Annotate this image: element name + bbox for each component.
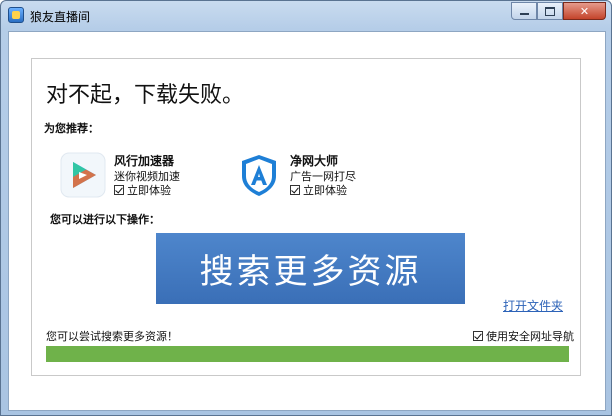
recommend-name: 风行加速器 [114,154,175,168]
checkbox-checked-icon[interactable] [290,185,300,195]
window-controls: ✕ [511,2,606,21]
recommend-label: 为您推荐： [44,122,99,135]
shield-logo-icon [242,155,276,196]
open-folder-link[interactable]: 打开文件夹 [503,297,563,314]
minimize-button[interactable] [511,2,537,20]
recommend-name: 净网大师 [290,154,339,168]
close-button[interactable]: ✕ [563,2,606,20]
try-label: 立即体验 [303,184,347,197]
try-checkbox-fengxing[interactable]: 立即体验 [114,182,171,198]
safe-nav-checkbox[interactable]: 使用安全网址导航 [473,328,574,344]
search-more-button[interactable]: 搜索更多资源 [156,233,465,304]
app-icon [8,7,24,23]
maximize-button[interactable] [537,2,563,20]
try-checkbox-jingwang[interactable]: 立即体验 [290,182,347,198]
operations-label: 您可以进行以下操作： [50,213,160,226]
close-icon: ✕ [579,4,590,18]
maximize-icon [545,6,555,16]
title-bar[interactable]: 狼友直播间 ✕ [1,1,611,29]
hint-text: 您可以尝试搜索更多资源！ [46,330,178,343]
client-area: 对不起，下载失败。 为您推荐： 风行加速器 迷你视频加速 立即体验 净网大师 广… [8,31,606,411]
checkbox-checked-icon[interactable] [114,185,124,195]
minimize-icon [519,13,529,15]
play-logo-icon [60,152,106,198]
safe-nav-label: 使用安全网址导航 [486,330,574,343]
checkbox-checked-icon[interactable] [473,331,483,341]
progress-fill [46,346,569,362]
progress-bar [46,346,569,362]
app-window: 狼友直播间 ✕ 对不起，下载失败。 为您推荐： 风行加速器 迷你视频加速 立即体… [0,0,612,416]
try-label: 立即体验 [127,184,171,197]
page-title: 对不起，下载失败。 [46,83,245,108]
content-panel: 对不起，下载失败。 为您推荐： 风行加速器 迷你视频加速 立即体验 净网大师 广… [31,58,581,376]
window-title: 狼友直播间 [30,10,91,24]
